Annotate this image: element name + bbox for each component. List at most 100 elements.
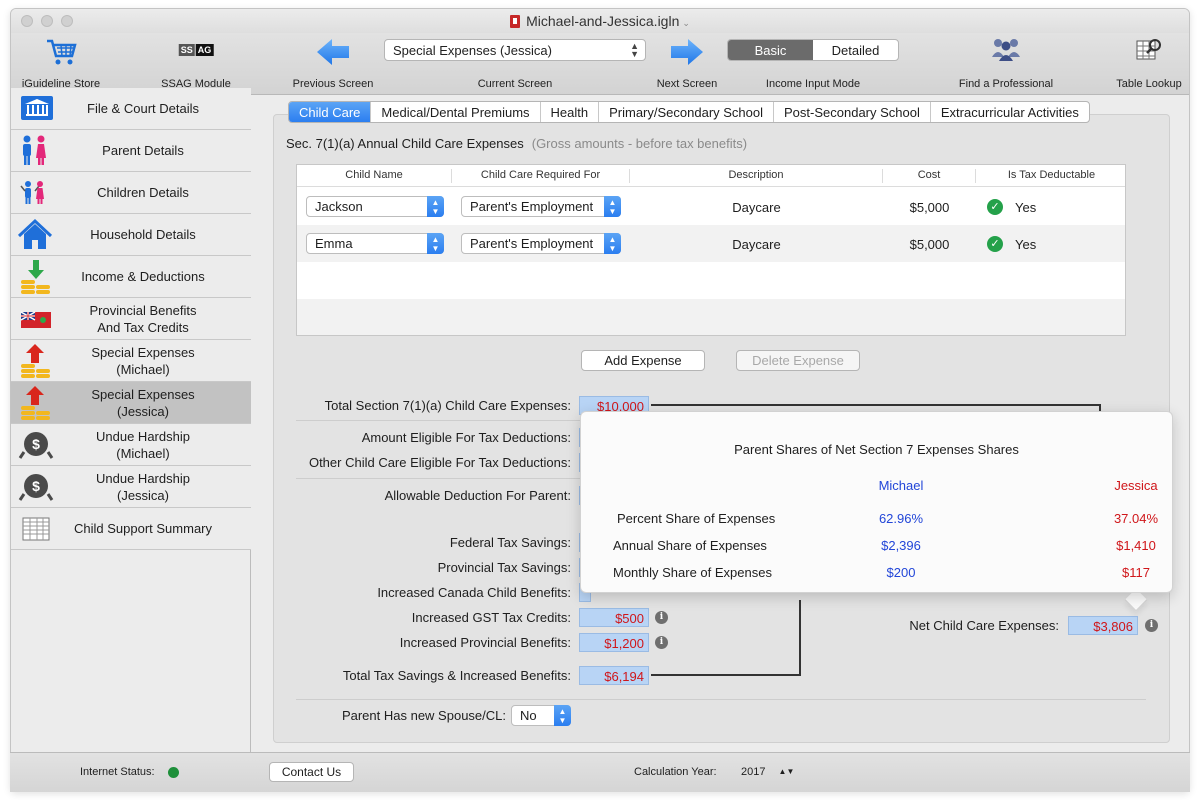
sidebar-item-special-expenses-jessica[interactable]: Special Expenses (Jessica) <box>11 382 251 424</box>
sidebar-item-special-expenses-michael[interactable]: Special Expenses (Michael) <box>11 340 251 382</box>
parent-shares-popover: Parent Shares of Net Section 7 Expenses … <box>580 411 1173 593</box>
up-down-chevron-icon: ▲▼ <box>427 196 444 217</box>
child-name-select[interactable]: Emma ▲ ▼ <box>306 233 444 254</box>
total-tax-savings-value[interactable]: $6,194 <box>579 666 649 685</box>
ontario-flag-icon <box>11 298 55 340</box>
cost-cell[interactable]: $5,000 <box>883 200 976 215</box>
table-lookup-button[interactable]: Table Lookup <box>1109 33 1189 95</box>
expense-tabs: Child Care Medical/Dental Premiums Healt… <box>288 101 1090 123</box>
cost-cell[interactable]: $5,000 <box>883 237 976 252</box>
previous-screen-button[interactable]: Previous Screen <box>283 33 383 95</box>
sidebar-item-children-details[interactable]: Children Details <box>11 172 251 214</box>
eligible-tax-deduction-label: Amount Eligible For Tax Deductions: <box>361 430 571 445</box>
empty-table-row[interactable] <box>297 299 1125 335</box>
sidebar-item-child-support-summary[interactable]: Child Support Summary <box>11 508 251 550</box>
table-header: Child Name Child Care Required For Descr… <box>297 165 1125 187</box>
other-child-care-label: Other Child Care Eligible For Tax Deduct… <box>308 455 571 470</box>
house-icon <box>11 214 55 256</box>
sidebar-item-household-details[interactable]: Household Details <box>11 214 251 256</box>
info-icon[interactable]: i <box>1145 619 1158 632</box>
gst-tax-credits-value[interactable]: $500 <box>579 608 649 627</box>
shopping-cart-icon <box>47 39 77 65</box>
deductible-cell[interactable]: Yes <box>1015 237 1045 252</box>
tab-child-care[interactable]: Child Care <box>289 102 371 122</box>
chevron-down-icon: ⌄ <box>682 18 690 28</box>
jessica-annual-share: $1,410 <box>1116 538 1156 553</box>
tab-post-secondary[interactable]: Post-Secondary School <box>773 102 930 122</box>
courthouse-icon <box>11 88 55 130</box>
provincial-benefits-value[interactable]: $1,200 <box>579 633 649 652</box>
children-icon <box>11 172 55 214</box>
description-cell[interactable]: Daycare <box>630 237 883 252</box>
column-header-child-name[interactable]: Child Name <box>297 169 452 183</box>
info-icon[interactable]: i <box>655 636 668 649</box>
up-down-chevron-icon: ▲▼ <box>604 196 621 217</box>
tab-extracurricular[interactable]: Extracurricular Activities <box>929 102 1089 122</box>
sidebar-item-provincial-benefits[interactable]: Provincial Benefits And Tax Credits <box>11 298 251 340</box>
column-header-required-for[interactable]: Child Care Required For <box>452 169 630 183</box>
column-header-description[interactable]: Description <box>630 169 883 183</box>
tab-primary-secondary[interactable]: Primary/Secondary School <box>598 102 773 122</box>
find-professional-button[interactable]: Find a Professional <box>951 33 1061 95</box>
popover-row-label: Monthly Share of Expenses <box>613 565 772 580</box>
table-magnifier-icon <box>1136 39 1161 60</box>
tab-medical-dental[interactable]: Medical/Dental Premiums <box>370 102 539 122</box>
toolbar: iGuideline Store SS AG SSAG Module Previ… <box>11 33 1189 95</box>
internet-status-label: Internet Status: <box>80 766 155 778</box>
net-child-care-label: Net Child Care Expenses: <box>909 618 1059 633</box>
column-header-cost[interactable]: Cost <box>883 169 976 183</box>
hardship-icon: $ <box>11 466 55 508</box>
arrow-left-icon <box>317 39 349 65</box>
description-cell[interactable]: Daycare <box>630 200 883 215</box>
deductible-cell[interactable]: Yes <box>1015 200 1045 215</box>
child-name-select[interactable]: Jackson ▲ ▼ <box>306 196 444 217</box>
empty-table-row[interactable] <box>297 262 1125 299</box>
total-child-care-label: Total Section 7(1)(a) Child Care Expense… <box>324 398 571 413</box>
new-spouse-select[interactable]: No ▲ ▼ <box>511 705 571 726</box>
delete-expense-button[interactable]: Delete Expense <box>736 350 860 371</box>
internet-status-indicator <box>168 767 179 778</box>
allowable-deduction-label: Allowable Deduction For Parent: <box>384 488 571 503</box>
divider <box>296 478 586 479</box>
ssag-module-button[interactable]: SS AG SSAG Module <box>151 33 241 95</box>
sidebar-item-income-deductions[interactable]: Income & Deductions <box>11 256 251 298</box>
new-spouse-label: Parent Has new Spouse/CL: <box>341 708 506 723</box>
up-down-chevron-icon: ▲▼ <box>554 705 571 726</box>
michael-monthly-share: $200 <box>886 565 916 580</box>
coins-up-icon <box>11 382 55 424</box>
calculation-year-label: Calculation Year: <box>634 766 717 778</box>
store-button[interactable]: iGuideline Store <box>11 33 111 95</box>
info-icon[interactable]: i <box>655 611 668 624</box>
section-note: (Gross amounts - before tax benefits) <box>531 136 748 151</box>
provincial-tax-savings-label: Provincial Tax Savings: <box>437 560 571 575</box>
checkmark-icon: ✓ <box>987 236 1003 252</box>
sidebar-item-parent-details[interactable]: Parent Details <box>11 130 251 172</box>
calculation-year-select[interactable]: 2017 ▲▼ <box>741 766 794 778</box>
popover-column-michael: Michael <box>878 478 924 493</box>
sidebar-item-undue-hardship-michael[interactable]: $ Undue Hardship (Michael) <box>11 424 251 466</box>
net-child-care-value[interactable]: $3,806 <box>1068 616 1138 635</box>
up-down-chevron-icon: ▲▼ <box>427 233 444 254</box>
next-screen-button[interactable]: Next Screen <box>637 33 737 95</box>
table-row[interactable]: Jackson ▲ ▼ Parent's Employment ▲ ▼ Daycar… <box>297 188 1125 225</box>
column-header-tax-deductible[interactable]: Is Tax Deductable <box>976 169 1127 183</box>
popover-row-label: Percent Share of Expenses <box>617 511 776 526</box>
window-title[interactable]: Michael-and-Jessica.igln ⌄ <box>11 13 1189 29</box>
divider <box>296 420 586 421</box>
federal-tax-savings-label: Federal Tax Savings: <box>449 535 571 550</box>
popover-row-label: Annual Share of Expenses <box>613 538 767 553</box>
table-row[interactable]: Emma ▲ ▼ Parent's Employment ▲ ▼ Daycare $… <box>297 225 1125 262</box>
coins-up-icon <box>11 340 55 382</box>
required-for-select[interactable]: Parent's Employment ▲ ▼ <box>461 196 621 217</box>
contact-us-button[interactable]: Contact Us <box>269 762 354 782</box>
tab-health[interactable]: Health <box>539 102 599 122</box>
sidebar-item-file-court[interactable]: File & Court Details <box>11 88 251 130</box>
connector-line <box>651 674 801 676</box>
required-for-select[interactable]: Parent's Employment ▲ ▼ <box>461 233 621 254</box>
add-expense-button[interactable]: Add Expense <box>581 350 705 371</box>
jessica-percent-share: 37.04% <box>1113 511 1159 526</box>
title-bar: Michael-and-Jessica.igln ⌄ <box>11 9 1189 33</box>
sidebar-item-undue-hardship-jessica[interactable]: $ Undue Hardship (Jessica) <box>11 466 251 508</box>
status-bar: Internet Status: Contact Us Calculation … <box>10 752 1190 792</box>
divider <box>296 699 1146 700</box>
